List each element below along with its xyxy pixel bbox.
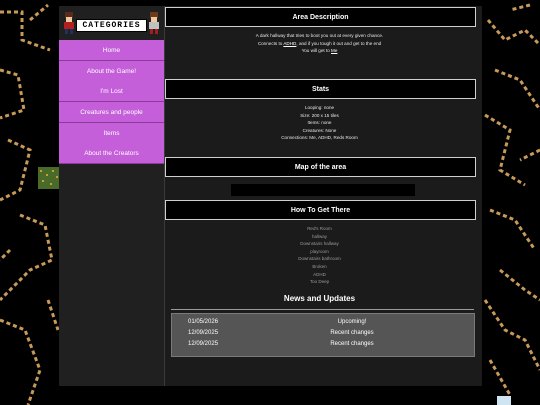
step-item: Downstairs bathroom	[298, 256, 341, 262]
stats-heading: Stats	[165, 79, 476, 99]
step-item: Downstairs hallway	[300, 241, 339, 247]
news-text: Recent changes	[330, 341, 374, 347]
nav-label: Creatures and people	[80, 108, 143, 116]
me-link[interactable]: Me	[331, 48, 337, 53]
step-item: playroom	[310, 248, 329, 254]
area-line-3: You will get to Me	[165, 47, 474, 55]
nav-label: Items	[103, 129, 120, 137]
corner-image-icon	[497, 396, 511, 405]
area-line-1: A dark hallway that tries to boot you ou…	[255, 33, 384, 38]
step-item: Red's Room	[307, 226, 332, 231]
news-text: Recent changes	[330, 330, 374, 336]
area-line-2: Connects to ADHD, and if you tough it ou…	[165, 40, 474, 48]
nav-label: I'm Lost	[100, 87, 123, 95]
nav-label: About the Game!	[86, 67, 137, 75]
news-divider	[171, 309, 474, 310]
news-row: 12/09/2025 Recent changes	[172, 341, 474, 352]
site-frame: CATEGORIES Home About the Game! I'm Lost…	[59, 6, 482, 405]
adhd-link[interactable]: ADHD	[283, 41, 296, 46]
nav-about-game[interactable]: About the Game!	[59, 61, 164, 82]
news-date: 12/09/2025	[188, 330, 219, 336]
stat-connections: Connections: Me, ADHD, Reds Room	[281, 135, 358, 141]
categories-label: CATEGORIES	[76, 18, 147, 32]
step-item: Too Deep	[309, 279, 330, 285]
news-row: 12/09/2025 Recent changes	[172, 330, 474, 341]
area-description-heading: Area Description	[165, 7, 476, 27]
nav-home[interactable]: Home	[59, 40, 164, 61]
area-description-text: A dark hallway that tries to boot you ou…	[165, 32, 474, 55]
nav-items[interactable]: Items	[59, 123, 164, 144]
news-text: Upcoming!	[337, 319, 367, 325]
stats-text: Looping: none Size: 200 x 15 tiles Items…	[165, 104, 474, 142]
how-to-steps: Red's Room hallway Downstairs hallway pl…	[165, 225, 474, 286]
news-date: 01/05/2026	[188, 319, 219, 325]
footer-bar	[59, 386, 482, 405]
stat-size: Size: 200 x 15 tiles	[300, 112, 339, 118]
news-title: News and Updates	[283, 294, 356, 303]
stat-looping: Looping: none	[304, 105, 335, 110]
nav-label: Home	[102, 46, 121, 54]
area-line-2-pre: Connects to	[257, 40, 284, 46]
step-item: ADHD	[313, 271, 326, 277]
news-box: 01/05/2026 Upcoming! 12/09/2025 Recent c…	[171, 313, 475, 357]
nav-about-creators[interactable]: About the Creators	[59, 143, 164, 164]
sidebar: CATEGORIES Home About the Game! I'm Lost…	[59, 6, 165, 386]
area-line-3-pre: You will get to	[301, 48, 332, 54]
map-heading: Map of the area	[165, 157, 476, 177]
stat-creatures: Creatures: None	[302, 127, 337, 133]
step-item: hallway	[311, 233, 327, 239]
character-sprite-right-icon	[149, 12, 159, 34]
main-content: Area Description A dark hallway that tri…	[165, 6, 482, 386]
area-line-2-post: , and if you tough it out and get to the…	[296, 40, 382, 46]
nav-creatures[interactable]: Creatures and people	[59, 102, 164, 123]
nav-im-lost[interactable]: I'm Lost	[59, 81, 164, 102]
news-date: 12/09/2025	[188, 341, 219, 347]
stat-items: Items: none	[307, 120, 332, 126]
news-row: 01/05/2026 Upcoming!	[172, 319, 474, 330]
step-item: Broken	[312, 263, 327, 269]
nav-label: About the Creators	[84, 149, 139, 157]
how-to-heading: How To Get There	[165, 200, 476, 220]
area-map-image	[231, 184, 415, 196]
